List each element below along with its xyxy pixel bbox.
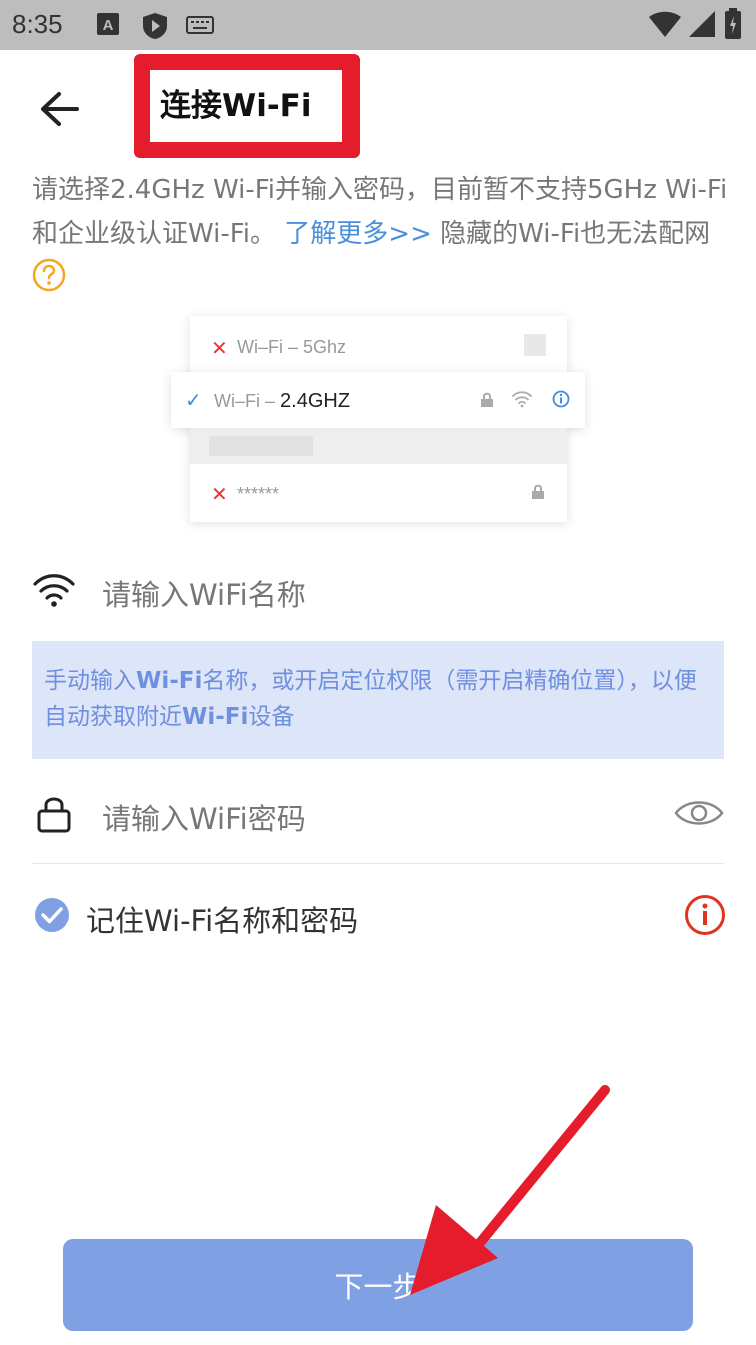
lock-icon <box>37 797 71 833</box>
wifi-illustration: ✕ Wi–Fi – 5Ghz ✓ Wi–Fi – 2.4GHZ ✕ ****** <box>171 316 585 522</box>
learn-more-link[interactable]: 了解更多>> <box>284 219 432 249</box>
description: 请选择2.4GHz Wi-Fi并输入密码，目前暂不支持5GHz Wi-Fi和企业… <box>32 168 732 300</box>
status-bar: 8:35 A <box>0 0 756 50</box>
lock-icon <box>481 392 493 407</box>
checkbox-checked-icon[interactable] <box>34 897 70 933</box>
next-button-label: 下一步 <box>334 1270 422 1304</box>
info-icon[interactable] <box>684 894 726 936</box>
hidden-network-placeholder <box>209 436 313 456</box>
title-area: 连接Wi-Fi <box>150 70 342 142</box>
eye-icon[interactable] <box>674 796 724 830</box>
wifi-password-field[interactable]: 请输入WiFi密码 <box>32 784 724 848</box>
back-button[interactable] <box>32 84 86 134</box>
wifi-icon <box>33 574 75 607</box>
cell-signal-icon <box>689 11 715 37</box>
wifi-24-label: Wi–Fi – 2.4GHZ <box>214 390 351 412</box>
placeholder-square <box>524 334 546 356</box>
keyboard-icon <box>186 16 214 34</box>
info-icon <box>552 390 570 408</box>
description-text-2: 隐藏的Wi-Fi也无法配网 <box>431 219 711 249</box>
location-hint: 手动输入Wi-Fi名称，或开启定位权限（需开启精确位置），以便自动获取附近Wi-… <box>32 641 724 759</box>
lock-icon-2 <box>532 484 544 499</box>
check-icon: ✓ <box>185 390 202 412</box>
status-time: 8:35 <box>12 9 63 39</box>
svg-text:A: A <box>103 17 114 34</box>
next-button[interactable]: 下一步 <box>63 1239 693 1331</box>
wifi-24-band: 2.4GHZ <box>280 390 351 412</box>
help-icon[interactable] <box>32 258 66 292</box>
keyboard-a-icon: A <box>97 13 119 35</box>
wifi-signal-icon <box>649 11 681 37</box>
wifi-name-input[interactable]: 请输入WiFi名称 <box>102 572 306 614</box>
title-annotation-box: 连接Wi-Fi <box>134 54 360 158</box>
wifi-icon <box>512 391 532 408</box>
battery-icon <box>725 8 741 39</box>
remember-label[interactable]: 记住Wi-Fi名称和密码 <box>86 898 358 940</box>
page-title: 连接Wi-Fi <box>160 88 312 124</box>
arrow-left-icon <box>41 92 79 126</box>
shield-play-icon <box>143 13 167 39</box>
reject-icon-2: ✕ <box>211 484 228 506</box>
divider <box>32 863 724 864</box>
wifi-5ghz-label: Wi–Fi – 5Ghz <box>237 337 347 357</box>
masked-network-label: ****** <box>237 484 280 504</box>
wifi-name-field[interactable]: 请输入WiFi名称 <box>32 560 724 624</box>
hint-text: 手动输入Wi-Fi名称，或开启定位权限（需开启精确位置），以便自动获取附近Wi-… <box>44 668 697 730</box>
reject-icon: ✕ <box>211 338 228 360</box>
wifi-password-input[interactable]: 请输入WiFi密码 <box>102 796 306 838</box>
